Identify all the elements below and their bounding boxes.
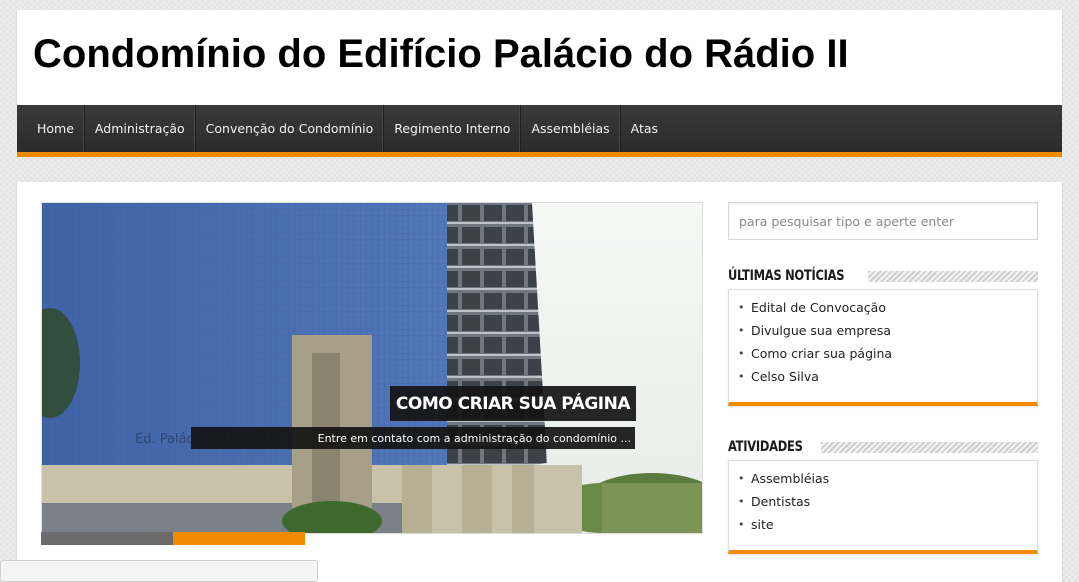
main-nav: Home Administração Convenção do Condomín…: [17, 105, 1062, 152]
nav-item-convencao[interactable]: Convenção do Condomínio: [196, 105, 385, 152]
slider-page-1[interactable]: [41, 532, 173, 545]
site-header: Condomínio do Edifício Palácio do Rádio …: [17, 10, 1062, 105]
featured-slider[interactable]: Ed. Palácio do Rádio II Como criar sua p…: [41, 202, 703, 534]
nav-item-assembleias[interactable]: Assembléias: [521, 105, 621, 152]
slider-pager: [41, 532, 305, 545]
site-title[interactable]: Condomínio do Edifício Palácio do Rádio …: [33, 32, 849, 77]
latest-news-heading: Últimas Notícias: [728, 267, 1038, 285]
search-input[interactable]: [728, 202, 1038, 240]
latest-news-title: Últimas Notícias: [728, 268, 845, 284]
news-item[interactable]: Divulgue sua empresa: [729, 319, 1037, 342]
latest-news-widget: Edital de Convocação Divulgue sua empres…: [728, 289, 1038, 406]
nav-accent-bar: [17, 152, 1062, 157]
slide-excerpt: Entre em contato com a administração do …: [191, 427, 635, 449]
activities-heading: Atividades: [728, 438, 1038, 456]
slider-page-2-active[interactable]: [173, 532, 305, 545]
activity-item[interactable]: site: [729, 513, 1037, 536]
bottom-tab[interactable]: [0, 560, 318, 582]
slide-image[interactable]: Ed. Palácio do Rádio II: [42, 203, 702, 533]
activity-item[interactable]: Assembléias: [729, 467, 1037, 490]
activities-widget: Assembléias Dentistas site: [728, 460, 1038, 554]
activity-item[interactable]: Dentistas: [729, 490, 1037, 513]
nav-item-administracao[interactable]: Administração: [85, 105, 196, 152]
nav-item-atas[interactable]: Atas: [621, 105, 668, 152]
activities-title: Atividades: [728, 439, 803, 455]
nav-item-regimento[interactable]: Regimento Interno: [384, 105, 522, 152]
heading-stripes: [868, 270, 1038, 282]
heading-stripes: [820, 441, 1038, 453]
slide-title[interactable]: Como criar sua página: [389, 386, 636, 421]
news-item[interactable]: Como criar sua página: [729, 342, 1037, 365]
news-item[interactable]: Celso Silva: [729, 365, 1037, 388]
news-item[interactable]: Edital de Convocação: [729, 296, 1037, 319]
nav-item-home[interactable]: Home: [17, 105, 85, 152]
